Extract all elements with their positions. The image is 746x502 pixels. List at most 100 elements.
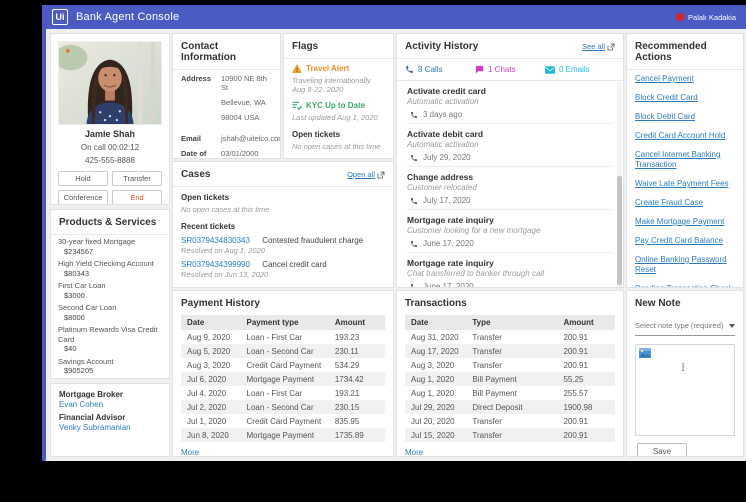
column-header-date: Date — [187, 318, 205, 327]
transaction-type: Transfer — [472, 346, 502, 356]
user-menu[interactable]: Palak Kadakia — [676, 13, 736, 22]
cases-card: Cases Open all Open tickets No open case… — [172, 161, 394, 288]
recommended-action-link[interactable]: Create Fraud Case — [635, 198, 735, 208]
recommended-action-link[interactable]: Pay Credit Card Balance — [635, 236, 735, 246]
end-call-button[interactable]: End — [112, 190, 162, 204]
flags-card: Flags Travel Alert Traveling internation… — [283, 33, 394, 159]
activity-entry-date: June 17, 2020 — [423, 239, 474, 248]
image-placeholder-icon — [639, 348, 651, 358]
recommended-action-link[interactable]: Credit Card Account Hold — [635, 131, 735, 141]
phone-icon — [410, 154, 418, 162]
transaction-date: Aug 1, 2020 — [411, 388, 455, 398]
product-item: Savings Account $905205 — [58, 357, 162, 376]
phone-icon — [410, 111, 418, 119]
products-title: Products & Services — [51, 210, 169, 235]
activity-entry-title: Activate credit card — [407, 86, 486, 96]
payment-type: Loan - Second Car — [246, 402, 314, 412]
see-all-label: See all — [582, 42, 605, 51]
products-list: 30-year fixed Mortgage $234567 High Yiel… — [51, 235, 169, 380]
product-balance: $8000 — [64, 312, 85, 322]
payment-type: Loan - First Car — [246, 332, 303, 342]
product-item: 30-year fixed Mortgage $234567 — [58, 237, 162, 256]
product-name: First Car Loan — [58, 281, 106, 290]
recommended-action-link[interactable]: Pending Transaction Check — [635, 284, 735, 287]
column-header-amount: Amount — [334, 318, 366, 327]
advisors-card: Mortgage Broker Evan Cohen Financial Adv… — [50, 383, 170, 457]
transaction-type: Bill Payment — [472, 374, 517, 384]
payment-date: Jul 4, 2020 — [187, 388, 227, 398]
activity-entry: Mortgage rate inquiry Chat transferred t… — [407, 253, 613, 287]
transaction-date: Aug 17, 2020 — [411, 346, 459, 356]
external-link-icon — [377, 171, 385, 179]
address-label: Address — [181, 74, 212, 83]
transaction-amount: 200.91 — [563, 360, 588, 370]
note-text-area[interactable]: I — [635, 344, 735, 436]
transaction-row: Aug 31, 2020 Transfer 200.91 — [405, 330, 615, 344]
product-name: Savings Account — [58, 356, 114, 366]
product-balance: $3000 — [64, 290, 85, 300]
hold-button[interactable]: Hold — [58, 171, 108, 186]
activity-entry-subtitle: Chat transferred to banker through call — [407, 269, 544, 278]
activity-scrollbar-thumb[interactable] — [617, 176, 622, 285]
travel-alert-label: Travel Alert — [306, 64, 350, 73]
ticket-id-link[interactable]: SR0379434830343 — [181, 236, 250, 245]
recommended-action-link[interactable]: Cancel Payment — [635, 74, 735, 84]
activity-see-all-link[interactable]: See all — [582, 42, 615, 51]
activity-scrollbar-track[interactable] — [617, 82, 622, 287]
contact-information-card: Contact Information Address 10900 NE 8th… — [172, 33, 281, 159]
emails-filter[interactable]: 0 Emails — [545, 65, 615, 74]
conference-button[interactable]: Conference — [58, 190, 108, 204]
recent-tickets-list: SR0379434830343 Contested fraudulent cha… — [181, 236, 385, 279]
save-note-button[interactable]: Save — [637, 443, 687, 456]
payment-type: Credit Card Payment — [246, 360, 322, 370]
mortgage-broker-link[interactable]: Evan Cohen — [59, 400, 161, 409]
recommended-actions-title: Recommended Actions — [627, 34, 743, 70]
activity-entry-subtitle: Automatic activation — [407, 140, 479, 149]
app-header: Ui Bank Agent Console Palak Kadakia — [42, 5, 746, 29]
recommended-actions-list: Cancel Payment Block Credit Card Block D… — [627, 70, 743, 287]
product-name: 30-year fixed Mortgage — [58, 237, 136, 246]
payment-amount: 193.23 — [334, 332, 360, 342]
transactions-title: Transactions — [405, 298, 467, 309]
financial-advisor-link[interactable]: Venky Subramanian — [59, 423, 161, 432]
activity-entry-date: July 29, 2020 — [423, 153, 471, 162]
emails-count: 0 Emails — [559, 65, 590, 74]
transaction-amount: 1900.98 — [563, 402, 593, 412]
recommended-action-link[interactable]: Make Mortgage Payment — [635, 217, 735, 227]
column-header-payment-type: Payment type — [246, 318, 299, 327]
recommended-action-link[interactable]: Online Banking Password Reset — [635, 255, 735, 275]
activity-entry: Mortgage rate inquiry Customer looking f… — [407, 210, 613, 253]
recommended-action-link[interactable]: Waive Late Payment Fees — [635, 179, 735, 189]
note-type-select[interactable]: Select note type (required) — [635, 317, 735, 336]
chats-filter[interactable]: 1 Chats — [475, 65, 545, 74]
transaction-amount: 55.25 — [563, 374, 584, 384]
ticket-id-link[interactable]: SR0379434399990 — [181, 260, 250, 269]
transaction-type: Direct Deposit — [472, 402, 523, 412]
recommended-action-link[interactable]: Block Debit Card — [635, 112, 735, 122]
product-name: Investment Account — [58, 379, 162, 380]
left-rail — [42, 5, 46, 461]
payment-type: Credit Card Payment — [246, 416, 322, 426]
recent-tickets-label: Recent tickets — [181, 222, 236, 231]
app-title: Bank Agent Console — [76, 11, 180, 23]
phone-icon — [410, 197, 418, 205]
recommended-action-link[interactable]: Block Credit Card — [635, 93, 735, 103]
cases-open-all-link[interactable]: Open all — [347, 170, 385, 179]
dob-label: Date of Birth — [181, 149, 207, 158]
kyc-checklist-icon — [292, 101, 302, 110]
payment-history-card: Payment History Date Payment type Amount… — [172, 290, 394, 457]
transactions-more-link[interactable]: More — [405, 448, 423, 456]
payment-type: Loan - Second Car — [246, 346, 314, 356]
transfer-button[interactable]: Transfer — [112, 171, 162, 186]
payment-date: Jul 2, 2020 — [187, 402, 227, 412]
calls-filter[interactable]: 8 Calls — [405, 65, 475, 74]
payment-date: Aug 5, 2020 — [187, 346, 231, 356]
payment-history-more-link[interactable]: More — [181, 448, 199, 456]
recommended-action-link[interactable]: Cancel Internet Banking Transaction — [635, 150, 735, 170]
logged-in-user: Palak Kadakia — [688, 12, 736, 22]
transaction-date: Aug 31, 2020 — [411, 332, 459, 342]
transaction-date: Jul 29, 2020 — [411, 402, 455, 412]
payment-amount: 193.21 — [334, 388, 360, 398]
transaction-type: Bill Payment — [472, 388, 517, 398]
payment-row: Aug 5, 2020 Loan - Second Car 230.11 — [181, 344, 385, 358]
